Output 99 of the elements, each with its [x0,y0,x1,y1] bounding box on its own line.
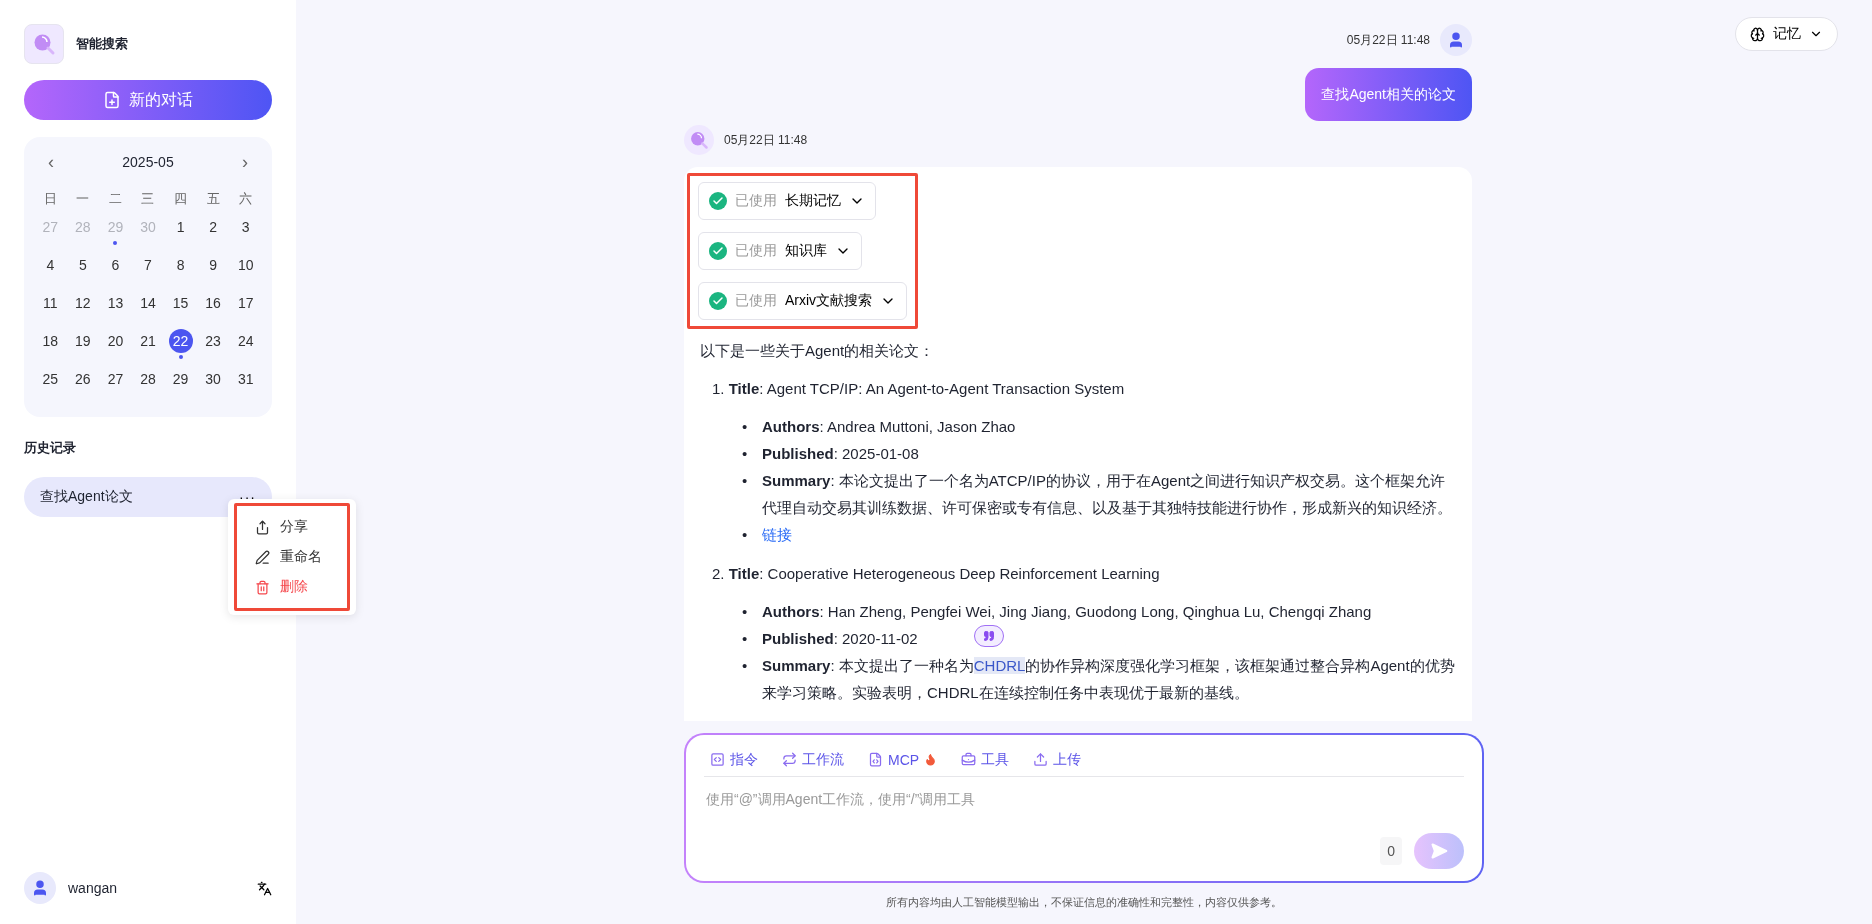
composer-tool-button[interactable]: 工作流 [782,750,844,769]
user-avatar [1440,24,1472,56]
weekday-label: 五 [205,190,221,208]
calendar-day[interactable]: 15 [168,291,193,315]
calendar-day[interactable]: 2 [201,215,226,239]
calendar-day[interactable]: 22 [168,329,193,353]
calendar-day[interactable]: 1 [168,215,193,239]
new-chat-button[interactable]: 新的对话 [24,80,272,120]
bullet-mark: • [742,444,749,464]
calendar-day[interactable]: 25 [38,367,63,391]
calendar-day[interactable]: 21 [136,329,160,353]
language-button[interactable] [257,880,272,896]
calendar-day[interactable]: 17 [233,291,258,315]
bullet-mark: • [742,417,749,437]
app-name: 智能搜索 [76,35,128,53]
tool-usage-chip[interactable]: 已使用 知识库 [698,232,862,270]
message-time: 05月22日 11:48 [724,131,808,149]
calendar-day[interactable]: 3 [233,215,258,239]
quote-button[interactable] [973,625,1004,647]
paper-detail: Authors: Han Zheng, Pengfei Wei, Jing Jiang, Guodong Long, Qinghua Lu, Chengqi Zhang [762,602,1372,622]
bullet-mark: • [742,471,749,491]
tool-usage-chip[interactable]: 已使用 Arxiv文献搜索 [698,282,908,320]
prev-month-button[interactable]: ‹ [44,151,58,173]
toolbox-icon [961,752,977,767]
paper-detail: Published: 2025-01-08 [762,444,919,464]
quote-icon [982,630,995,642]
disclaimer: 所有内容均由人工智能模型输出，不保证信息的准确性和完整性，内容仅供参考。 [885,895,1283,910]
calendar-day[interactable]: 23 [201,329,226,353]
weekday-label: 三 [140,190,156,208]
calendar-day[interactable]: 13 [103,291,128,315]
bullet-mark: • [742,602,749,622]
weekday-label: 一 [75,190,91,208]
trash-icon [255,579,270,595]
calendar-day[interactable]: 26 [70,367,95,391]
calendar-day[interactable]: 19 [70,329,95,353]
user-message: 查找Agent相关的论文 [1305,68,1472,121]
memory-button[interactable]: 记忆 [1735,17,1838,51]
calendar-day[interactable]: 7 [136,253,160,277]
more-button[interactable]: ··· [239,489,256,505]
history-title: 历史记录 [24,439,77,457]
paper-link[interactable]: 链接 [762,526,792,543]
paper-title: 1. Title: Agent TCP/IP: An Agent-to-Agent Transaction System [712,379,1126,399]
paper-title: 2. Title: Cooperative Heterogeneous Deep Reinforcement Learning [712,564,1161,584]
menu-item[interactable]: 重命名 [237,542,340,572]
weekday-label: 日 [42,190,58,208]
paper-detail: Authors: Andrea Muttoni, Jason Zhao [762,417,1016,437]
calendar-day[interactable]: 30 [201,367,226,391]
weekday-label: 二 [107,190,123,208]
calendar-day[interactable]: 27 [103,367,128,391]
calendar-day[interactable]: 16 [201,291,226,315]
next-month-button[interactable]: › [238,151,252,173]
calendar-day[interactable]: 14 [136,291,160,315]
pencil-icon [255,549,270,565]
character-count: 0 [1380,837,1402,865]
calendar-day[interactable]: 5 [70,253,95,277]
composer-tool-button[interactable]: 上传 [1033,750,1082,769]
bullet-mark: • [742,629,749,649]
calendar-day[interactable]: 24 [233,329,258,353]
calendar-day[interactable]: 29 [168,367,193,391]
calendar-day[interactable]: 11 [38,291,63,315]
calendar-day[interactable]: 9 [201,253,226,277]
upload-icon [1033,752,1049,767]
weekday-label: 四 [173,190,189,208]
calendar-month: 2025-05 [122,154,174,170]
paper-detail: Summary: 本论文提出了一个名为ATCP/IP的协议，用于在Agent之间进行知识产权交易。这个框架允许代理自动交易其训练数据、许可保密或专有信息、以及基于其独特技能进行协作，形成新兴的知识经济。 [762,471,1453,518]
weekday-label: 六 [238,190,254,208]
tool-usage-chip[interactable]: 已使用 长期记忆 [698,182,876,220]
calendar-day[interactable]: 18 [38,329,63,353]
message-time: 05月22日 11:48 [1346,31,1430,49]
calendar-day[interactable]: 6 [103,253,128,277]
message-input[interactable]: 指令 工作流 MCP 工具 上传 使用“@”调用Agent工作流，使用“/”调用工具 0 [684,733,1484,883]
calendar-day[interactable]: 20 [103,329,128,353]
code-window-icon [710,752,725,767]
calendar-day[interactable]: 8 [168,253,193,277]
file-plus-icon [103,91,121,109]
answer-intro: 以下是一些关于Agent的相关论文： [700,341,936,361]
calendar-day[interactable]: 4 [38,253,63,277]
calendar-day[interactable]: 28 [136,367,160,391]
share-icon [255,519,270,535]
calendar-day[interactable]: 12 [70,291,95,315]
menu-item[interactable]: 删除 [237,572,326,602]
send-icon [1430,842,1448,860]
bullet-mark: • [742,656,749,676]
bullet-mark: • [742,525,749,545]
file-code-icon [868,752,883,767]
paper-detail: Summary: 本文提出了一种名为CHDRL的协作异构深度强化学习框架，该框架通过整合异构Agent的优势来学习策略。实验表明，CHDRL在连续控制任务中表现优于最新的基线。 [762,652,1456,706]
brain-icon [1750,26,1765,42]
history-item[interactable]: 查找Agent论文 ··· [24,477,272,517]
composer-tool-button[interactable]: 工具 [961,750,1010,769]
translate-icon [257,880,272,896]
user-name: wangan [68,880,119,896]
calendar-day[interactable]: 10 [233,253,258,277]
magnifier-logo-icon [32,32,56,56]
composer-tool-button[interactable]: MCP [868,751,938,768]
paper-detail: Published: 2020-11-02 [762,629,918,649]
calendar-day[interactable]: 31 [233,367,258,391]
composer-tool-button[interactable]: 指令 [710,750,758,769]
swap-arrows-icon [782,752,797,767]
user-avatar [24,872,56,904]
